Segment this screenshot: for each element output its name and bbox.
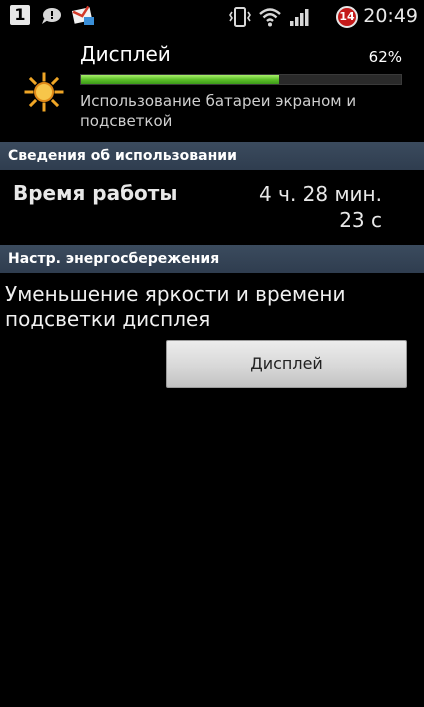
app-usage-block: Дисплей 62% Использование батареи экрано… <box>0 36 424 136</box>
battery-usage-bar-fill <box>81 75 280 84</box>
uptime-value-line1: 4 ч. 28 мин. <box>259 182 382 206</box>
uptime-value-line2: 23 с <box>339 208 382 232</box>
uptime-label: Время работы <box>13 181 178 205</box>
chat-icon <box>42 8 61 24</box>
gmail-icon <box>71 5 94 25</box>
battery-percent: 62% <box>368 48 402 66</box>
status-bar-right: 14 20:49 <box>228 4 418 30</box>
status-clock: 20:49 <box>363 5 418 27</box>
power-saving-section-header: Настр. энергосбережения <box>0 245 424 273</box>
signal-icon <box>290 9 309 26</box>
power-saving-description: Уменьшение яркости и времени подсветки д… <box>5 282 346 331</box>
wifi-icon <box>259 8 281 27</box>
notification-badge-icon: 14 <box>336 6 358 28</box>
status-bar: 1 14 20:49 <box>0 0 424 34</box>
app-title: Дисплей <box>80 42 171 66</box>
battery-usage-bar <box>80 74 402 85</box>
app-description: Использование батареи экраном и подсветк… <box>80 92 357 130</box>
uptime-value: 4 ч. 28 мин. 23 с <box>212 181 382 233</box>
display-settings-button[interactable]: Дисплей <box>166 340 407 388</box>
usage-section-header: Сведения об использовании <box>0 142 424 170</box>
sim-1-badge-icon: 1 <box>10 5 30 25</box>
vibrate-icon <box>229 7 251 27</box>
sun-icon <box>24 72 64 112</box>
